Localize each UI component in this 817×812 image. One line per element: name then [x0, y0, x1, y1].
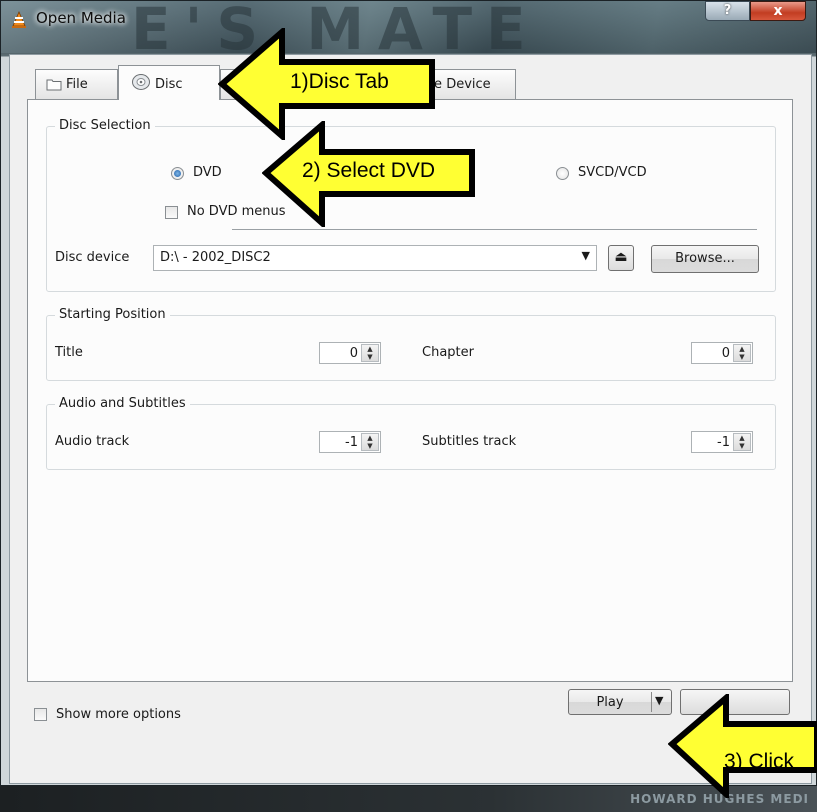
close-button[interactable]: x: [750, 1, 806, 21]
starting-position-title: Starting Position: [55, 307, 170, 322]
disc-device-combo[interactable]: D:\ - 2002_DISC2 ▼: [153, 245, 597, 271]
audio-subtitles-title: Audio and Subtitles: [55, 396, 190, 411]
disc-icon: [132, 74, 150, 90]
audio-track-label: Audio track: [55, 434, 130, 449]
eject-icon: ⏏: [614, 249, 628, 265]
eject-button[interactable]: ⏏: [608, 245, 634, 271]
subtitles-track-value: -1: [717, 435, 730, 450]
tab-capture-device-label: re Device: [429, 77, 491, 92]
audio-track-value: -1: [345, 435, 358, 450]
folder-icon: [46, 79, 62, 91]
title-value: 0: [349, 346, 358, 361]
spin-arrows-icon[interactable]: ▲ ▼: [733, 344, 751, 362]
dvd-radio-label[interactable]: DVD: [193, 165, 222, 180]
play-split-divider: [651, 692, 652, 712]
audio-subtitles-group: Audio and Subtitles Audio track -1 ▲ ▼ Su…: [46, 396, 776, 470]
title-spinbox[interactable]: 0 ▲ ▼: [319, 342, 381, 364]
svcd-radio-label[interactable]: SVCD/VCD: [578, 165, 647, 180]
browse-button[interactable]: Browse...: [651, 245, 759, 273]
tab-file[interactable]: File: [35, 69, 118, 99]
spin-arrows-icon[interactable]: ▲ ▼: [361, 433, 379, 451]
no-dvd-menus-checkbox[interactable]: [165, 206, 178, 219]
svcd-radio[interactable]: [556, 167, 569, 180]
separator-line: [232, 229, 757, 230]
disc-device-value: D:\ - 2002_DISC2: [160, 250, 271, 265]
show-more-options-checkbox[interactable]: [34, 708, 47, 721]
vlc-cone-icon: [12, 11, 26, 28]
tab-file-label: File: [66, 77, 88, 92]
chapter-value: 0: [721, 346, 730, 361]
disc-selection-title: Disc Selection: [55, 118, 155, 133]
show-more-options-label[interactable]: Show more options: [56, 707, 181, 722]
subtitles-track-label: Subtitles track: [422, 434, 517, 449]
spin-arrows-icon[interactable]: ▲ ▼: [733, 433, 751, 451]
dvd-radio[interactable]: [171, 167, 184, 180]
chevron-down-icon[interactable]: ▼: [582, 249, 590, 262]
starting-position-group: Starting Position Title 0 ▲ ▼ Chapter 0 ▲…: [46, 307, 776, 381]
tab-disc[interactable]: Disc: [118, 65, 220, 100]
window-title: Open Media: [36, 9, 126, 27]
chapter-label: Chapter: [422, 345, 474, 360]
audio-track-spinbox[interactable]: -1 ▲ ▼: [319, 431, 381, 453]
spin-arrows-icon[interactable]: ▲ ▼: [361, 344, 379, 362]
disc-device-label: Disc device: [55, 250, 130, 265]
play-menu-arrow-icon[interactable]: ▼: [655, 694, 663, 707]
callout-arrow-3-icon: [668, 694, 817, 798]
title-label: Title: [55, 345, 83, 360]
callout-step2-text: 2) Select DVD: [302, 159, 436, 182]
help-button[interactable]: ?: [705, 1, 750, 21]
tab-disc-label: Disc: [155, 77, 183, 92]
play-button[interactable]: Play ▼: [568, 689, 672, 715]
play-label: Play: [596, 695, 624, 710]
callout-step1-text: 1)Disc Tab: [290, 70, 389, 93]
callout-step3-text: 3) Click: [724, 750, 795, 773]
subtitles-track-spinbox[interactable]: -1 ▲ ▼: [691, 431, 753, 453]
chapter-spinbox[interactable]: 0 ▲ ▼: [691, 342, 753, 364]
